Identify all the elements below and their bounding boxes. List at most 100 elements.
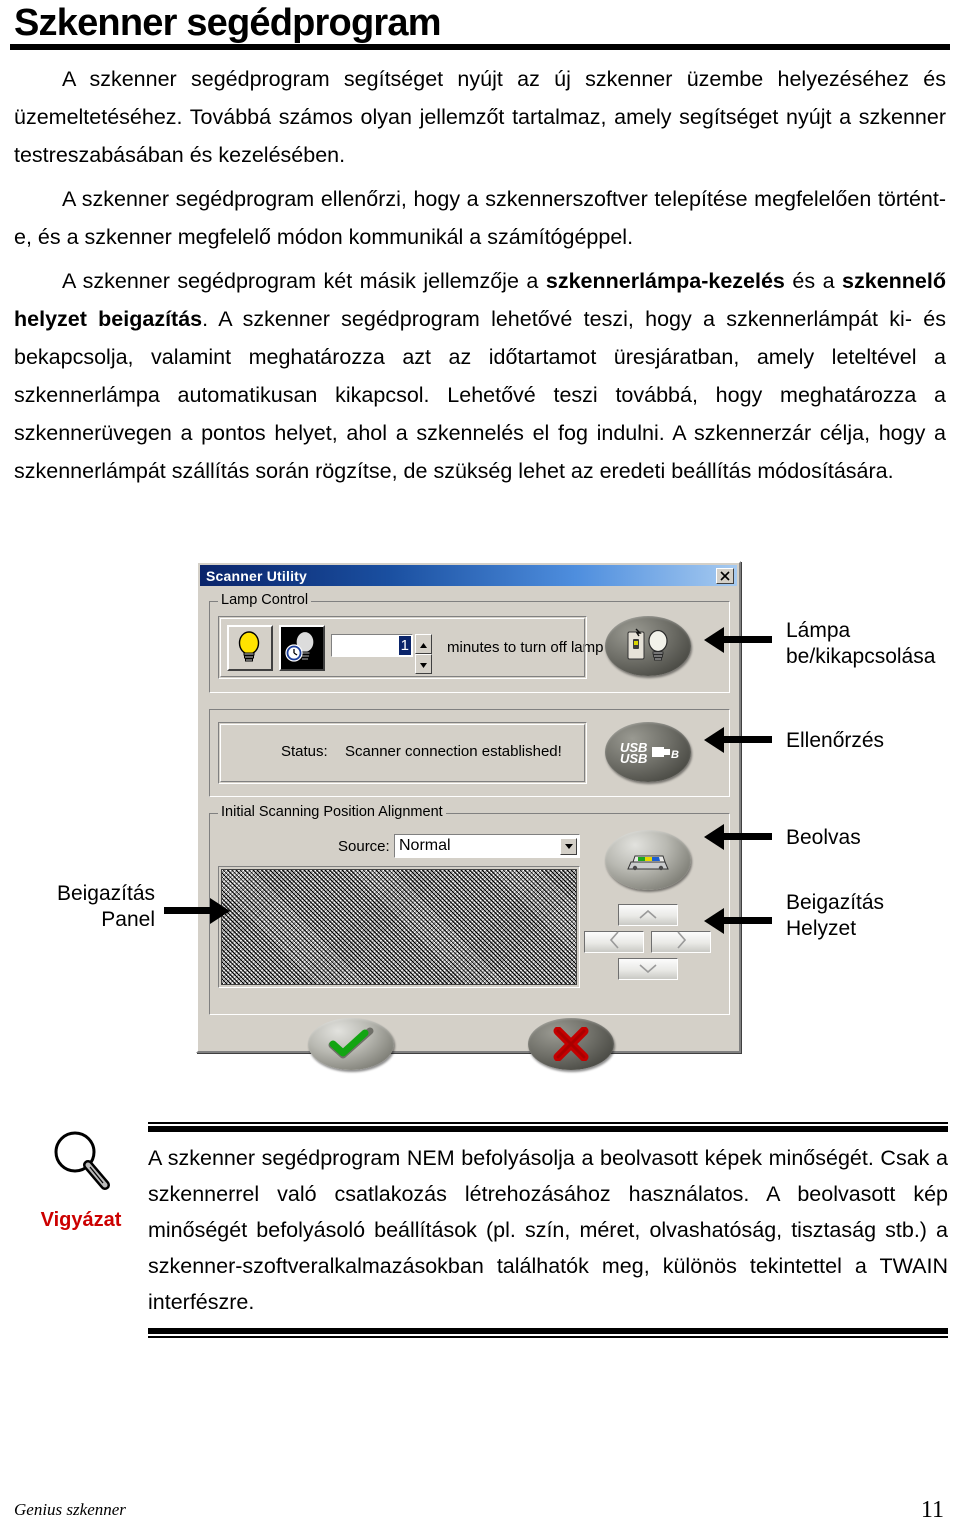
warning-rule-bottom-thin (148, 1336, 948, 1338)
callout-check: Ellenőrzés (786, 729, 885, 752)
paragraph-3-run-3: és a (784, 269, 843, 293)
warning-rule-bottom (148, 1328, 948, 1338)
warning-rule-top (148, 1122, 948, 1132)
arrow-up-icon (639, 906, 657, 924)
warning-label: Vigyázat (40, 1209, 122, 1231)
paragraph-1-text: A szkenner segédprogram segítséget nyújt… (14, 67, 946, 167)
warning-callout: Vigyázat (22, 1128, 140, 1232)
callout-lamp-toggle-line2: be/kikapcsolása (786, 645, 936, 668)
warning-rule-top-thick (148, 1126, 948, 1132)
intro-paragraph-block: A szkenner segédprogram segítséget nyújt… (14, 60, 946, 174)
arrow-left-icon (609, 930, 619, 954)
dialog-title: Scanner Utility (206, 567, 308, 584)
alignment-group: Initial Scanning Position Alignment Sour… (209, 804, 730, 1015)
paragraph-1: A szkenner segédprogram segítséget nyújt… (14, 60, 946, 174)
callout-arrow-scan (704, 824, 724, 850)
callout-scan: Beolvas (786, 826, 861, 849)
cancel-button[interactable] (528, 1018, 614, 1070)
callout-align-position: Beigazítás Helyzet (786, 890, 884, 942)
connection-check-action-button[interactable]: USB USB B (605, 722, 691, 782)
arrow-right-icon (676, 930, 686, 954)
minutes-input[interactable]: 1 (331, 634, 413, 657)
callout-arrow-check (704, 727, 724, 753)
minutes-spinner[interactable] (415, 634, 432, 674)
scanner-utility-window: Scanner Utility Lamp Control 1 minutes t… (196, 561, 741, 1070)
scanner-icon (627, 855, 669, 871)
paragraph-3: A szkenner segédprogram két másik jellem… (14, 262, 946, 490)
minutes-value: 1 (398, 636, 411, 655)
page-title: Szkenner segédprogram (14, 2, 441, 44)
callout-align-panel: Beigazítás Panel (10, 881, 155, 933)
align-down-button[interactable] (618, 958, 678, 980)
status-message: Scanner connection established! (345, 743, 562, 760)
lamp-timer-button[interactable] (279, 625, 325, 671)
usb-logo-icon: USB USB B (620, 740, 679, 766)
footer-document-name: Genius szkenner (14, 1500, 126, 1519)
lamp-control-group: Lamp Control 1 minutes to turn off lamp (209, 592, 730, 693)
warning-rule-top-thin (148, 1122, 948, 1124)
footer-page-number: 11 (920, 1497, 944, 1523)
svg-text:B: B (671, 749, 679, 761)
chevron-down-icon[interactable] (560, 837, 577, 855)
red-x-icon (553, 1027, 589, 1061)
callout-align-position-line1: Beigazítás (786, 891, 885, 914)
magnifier-icon (50, 1131, 112, 1204)
triangle-up-icon (420, 635, 427, 653)
callout-arrow-lamp (704, 627, 724, 653)
align-left-button[interactable] (584, 930, 644, 954)
status-inner-panel: Status: Scanner connection established! (218, 722, 587, 784)
svg-text:USB: USB (620, 751, 647, 766)
source-label: Source: (338, 838, 390, 855)
minutes-label: minutes to turn off lamp (447, 639, 604, 656)
verification-paragraph-block: A szkenner segédprogram ellenőrzi, hogy … (14, 180, 946, 256)
alignment-preview-area[interactable] (218, 866, 580, 988)
title-underline-rule (10, 44, 950, 50)
minutes-spinner-up[interactable] (415, 634, 432, 654)
scan-action-button[interactable] (605, 830, 691, 890)
callout-arrow-align-panel (210, 898, 230, 924)
lamp-on-button[interactable] (227, 625, 273, 671)
lightbulb-clock-icon (285, 630, 315, 662)
align-right-button[interactable] (651, 930, 711, 954)
green-check-icon (328, 1027, 374, 1059)
paragraph-2: A szkenner segédprogram ellenőrzi, hogy … (14, 180, 946, 256)
source-value: Normal (399, 837, 451, 854)
callout-leader-align-pos (724, 917, 772, 924)
paragraph-3-run-2-bold: szkennerlámpa-kezelés (545, 269, 785, 293)
paragraph-3-run-5: . A szkenner segédprogram lehetővé teszi… (14, 307, 946, 483)
callout-leader-align-panel (164, 907, 212, 914)
paragraph-3-run-1: A szkenner segédprogram két másik jellem… (62, 269, 546, 293)
features-paragraph-block: A szkenner segédprogram két másik jellem… (14, 262, 946, 490)
lightbulb-on-icon (238, 631, 260, 662)
callout-align-position-line2: Helyzet (786, 917, 857, 940)
callout-lamp-toggle: Lámpa be/kikapcsolása (786, 618, 935, 670)
lamp-toggle-action-button[interactable] (605, 616, 691, 676)
callout-align-panel-line1: Beigazítás (56, 882, 155, 905)
arrow-down-icon (639, 960, 657, 978)
callout-leader-scan (724, 833, 772, 840)
callout-leader-lamp (724, 636, 772, 643)
callout-arrow-align-pos (704, 908, 724, 934)
status-label: Status: (281, 743, 328, 760)
callout-leader-check (724, 736, 772, 743)
warning-box: A szkenner segédprogram NEM befolyásolja… (148, 1122, 948, 1338)
callout-lamp-toggle-line1: Lámpa (786, 619, 851, 642)
lamp-switch-icon (627, 628, 668, 661)
alignment-legend: Initial Scanning Position Alignment (218, 804, 446, 820)
paragraph-2-text: A szkenner segédprogram ellenőrzi, hogy … (14, 187, 946, 249)
source-select[interactable]: Normal (394, 834, 580, 858)
align-up-button[interactable] (618, 904, 678, 926)
lamp-control-legend: Lamp Control (218, 592, 312, 608)
callout-align-panel-line2: Panel (101, 908, 155, 931)
warning-text: A szkenner segédprogram NEM befolyásolja… (148, 1146, 948, 1314)
close-button[interactable] (716, 567, 734, 584)
triangle-down-icon (420, 655, 427, 673)
ok-button[interactable] (308, 1018, 394, 1070)
status-group: Status: Scanner connection established! … (209, 709, 730, 797)
lamp-control-inner-panel: 1 minutes to turn off lamp (218, 616, 603, 679)
alignment-preview-canvas (221, 869, 577, 985)
minutes-spinner-down[interactable] (415, 654, 432, 674)
warning-rule-bottom-thick (148, 1328, 948, 1334)
scanner-utility-dialog-screenshot: Scanner Utility Lamp Control 1 minutes t… (196, 561, 741, 1070)
dialog-titlebar: Scanner Utility (200, 565, 737, 586)
